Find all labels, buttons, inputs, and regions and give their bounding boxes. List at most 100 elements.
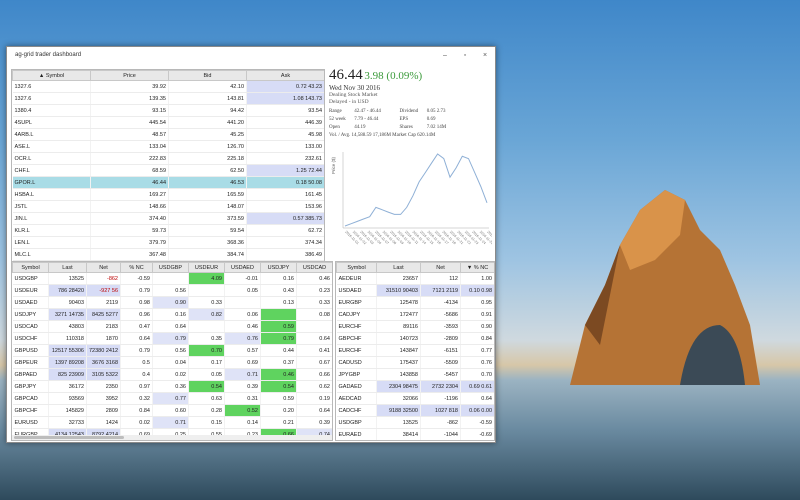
table-row[interactable]: 4ARB.L 48.57 45.25 45.98 [12,128,324,141]
table-row[interactable]: GBPAED 825 23909 3105 5322 0.4 0.02 0.05 0.71 0… [12,368,332,381]
table-row[interactable]: 1327.6 139.35 143.81 1.08 143.73 [12,92,324,105]
table-row[interactable]: GBPUSD 12517 55306 72380 2412 0.79 0.56 0.70 0… [12,344,332,357]
table-cell: 374.34 [246,236,324,249]
table-row[interactable]: 1380.4 93.15 94.42 93.54 [12,104,324,117]
table-cell: 125478 [376,296,421,309]
table-row[interactable]: GPOR.L 46.44 46.53 0.18 50.08 [12,176,324,189]
column-header-price[interactable]: Price [90,70,169,81]
minimize-button[interactable]: – [435,52,455,59]
table-cell: 0.90 [460,320,494,333]
title-bar[interactable]: ag-grid trader dashboard – ▫ × [7,47,495,63]
table-cell: AEDCAD [336,392,377,405]
table-row[interactable]: USDJPY 3271 14735 8425 5277 0.96 0.16 0.82 0.0… [12,308,332,321]
table-row[interactable]: EURCHF 143847 -6151 0.77 [336,344,494,357]
table-row[interactable]: LEN.L 379.79 368.36 374.34 [12,236,324,249]
table-row[interactable]: GBPJPY 36172 2350 0.97 0.36 0.54 0.39 0.54 0.62 [12,380,332,393]
table-cell: 384.74 [168,248,247,261]
table-row[interactable]: CADUSD 175437 -5509 0.76 [336,356,494,369]
stat-label: Open [329,125,340,130]
close-button[interactable]: × [475,52,495,59]
table-row[interactable]: AEDEUR 23657 112 1.00 [336,272,494,285]
stat-label: Vol. / Avg. [329,133,351,138]
table-cell: 48.57 [90,128,169,141]
scroll-thumb[interactable] [14,436,124,439]
table-row[interactable]: GADAED 2304 98475 2732 2304 0.69 0.61 [336,380,494,393]
column-header[interactable]: Symbol [336,262,377,273]
fx-grid-horizontal-scrollbar[interactable] [12,435,332,440]
table-cell: LEN.L [12,236,91,249]
table-row[interactable]: 4SUPL 445.54 441.20 446.39 [12,116,324,129]
table-row[interactable]: KLR.L 59.73 59.54 62.72 [12,224,324,237]
table-row[interactable]: GBPCHF 145829 2809 0.84 0.60 0.28 0.52 0.20 0.64 [12,404,332,417]
table-row[interactable]: AEDCAD 32066 -1196 0.64 [336,392,494,405]
table-row[interactable]: EURCHF 89116 -3593 0.90 [336,320,494,333]
price-history-chart: Price ($) 2016-11-012016-11-022016-11-03… [331,152,492,245]
stat-value: 0.69 [426,117,436,122]
table-cell: EURUSD [12,416,49,429]
column-header[interactable]: USDJPY [260,262,297,273]
column-header[interactable]: Symbol [12,262,49,273]
table-cell: -6151 [420,344,461,357]
table-cell: 2304 98475 [376,380,421,393]
fx-grid: Symbol Last Net% NC USDGBP USDEUR USDAED USDJP… [11,261,333,441]
table-cell: 0.82 [188,308,225,321]
table-cell: -927 56 [86,284,121,297]
table-cell: 4ARB.L [12,128,91,141]
table-cell: 0.37 [260,356,297,369]
stats-row: Open 44.19 Shares 7.02 14M [329,124,492,132]
table-cell: 72380 2412 [86,344,121,357]
table-row[interactable]: EURUSD 32733 1424 0.02 0.71 0.15 0.14 0.21 0.39 [12,416,332,429]
table-cell: 0.79 [120,344,153,357]
table-row[interactable]: CADCHF 9188 32500 1027 818 0.06 0.00 [336,404,494,417]
table-row[interactable]: OCR.L 222.83 225.18 232.61 [12,152,324,165]
column-header[interactable]: ▼ % NC [460,262,494,273]
column-header[interactable]: Last [48,262,87,273]
column-header-ask[interactable]: Ask [246,70,324,81]
column-header[interactable]: Net [420,262,461,273]
table-row[interactable]: USDCHF 110318 1870 0.64 0.79 0.35 0.76 0.79 0.64 [12,332,332,345]
table-cell: 2809 [86,404,121,417]
table-row[interactable]: USDAED 31510 90403 7121 2119 0.10 0.98 [336,284,494,297]
column-header[interactable]: Last [376,262,421,273]
table-row[interactable]: USDGBP 13525 -862 -0.59 [336,416,494,429]
table-row[interactable]: JSTL 148.66 148.07 153.96 [12,200,324,213]
table-row[interactable]: GBPEUR 1397 89208 3676 3168 0.5 0.04 0.17 0.69… [12,356,332,369]
table-row[interactable]: EURAED 38414 -1044 -0.69 [336,428,494,440]
table-row[interactable]: USDGBP 13525 -862 -0.59 4.09 -0.01 0.16 0.46 [12,272,332,285]
table-cell: 0.22 [189,441,225,442]
table-cell: 1424 [86,416,121,429]
table-row[interactable]: GBPCHF 140723 -2809 0.84 [336,332,494,345]
table-row[interactable]: CHFGBP116295-720-0.76 [337,441,495,442]
table-row[interactable]: GBPCAD 93569 3952 0.32 0.77 0.63 0.31 0.59 0.19 [12,392,332,405]
column-header[interactable]: Net [86,262,121,273]
column-header[interactable]: % NC [120,262,153,273]
column-header[interactable]: USDGBP [152,262,189,273]
table-cell: EURCHF [336,320,377,333]
table-row[interactable]: JIN.L 374.40 373.59 0.57 385.73 [12,212,324,225]
table-row[interactable]: JPYGBP 143858 -5457 0.70 [336,368,494,381]
table-row[interactable]: ASE.L 133.04 126.70 133.00 [12,140,324,153]
table-row[interactable]: HSBA.L 169.27 165.59 161.45 [12,188,324,201]
table-row[interactable]: USDEUR 786 28420 -927 56 0.79 0.56 0.05 0.43 0.… [12,284,332,297]
table-cell: -0.76 [461,441,495,442]
table-row[interactable]: CHF.L 68.59 62.50 1.25 72.44 [12,164,324,177]
table-cell: 368.36 [168,236,247,249]
table-row[interactable]: CADJPY 172477 -5686 0.91 [336,308,494,321]
table-cell: 62.50 [168,164,247,177]
table-row[interactable]: USDAED 90403 2119 0.98 0.90 0.33 0.13 0.33 [12,296,332,309]
column-header-symbol[interactable]: ▲ Symbol [12,70,91,81]
table-row[interactable]: 1327.6 39.92 42.10 0.72 43.23 [12,80,324,93]
column-header[interactable]: USDCAD [296,262,332,273]
table-row[interactable]: MLC.L 367.48 384.74 386.49 [12,248,324,261]
table-cell: 93569 [48,392,87,405]
table-cell: 0.59 [260,320,297,333]
maximize-button[interactable]: ▫ [455,52,475,59]
table-row[interactable]: EURAED362 975121945 38370.460.580.220.45… [13,441,333,442]
column-header[interactable]: USDEUR [188,262,225,273]
column-header[interactable]: USDAED [224,262,261,273]
table-row[interactable]: USDCAD 43803 2183 0.47 0.64 0.46 0.59 [12,320,332,333]
top-movers-grid: Symbol Last Net ▼ % NC AEDEUR 23657 112 1.00 US… [335,261,495,441]
column-header-bid[interactable]: Bid [168,70,247,81]
table-row[interactable]: EURGBP 125478 -4134 0.95 [336,296,494,309]
table-cell: -862 [420,416,461,429]
